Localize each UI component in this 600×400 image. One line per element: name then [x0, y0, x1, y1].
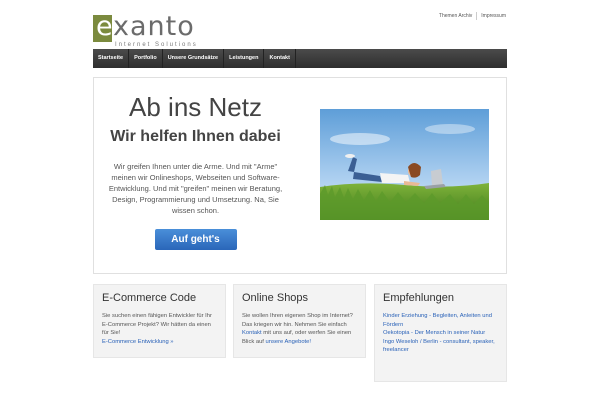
hero-text: Wir greifen Ihnen unter die Arme. Und mi… [108, 162, 283, 215]
hero-subtitle: Wir helfen Ihnen dabei [110, 128, 281, 145]
nav-item-grundsaetze[interactable]: Unsere Grundsätze [163, 49, 225, 68]
nav-item-portfolio[interactable]: Portfolio [129, 49, 163, 68]
logo-letter-e: e [96, 11, 113, 42]
online-shops-text-1: Sie wollen Ihren eigenen Shop im Interne… [242, 313, 353, 328]
empfehlungen-title: Empfehlungen [383, 292, 454, 304]
kontakt-link[interactable]: Kontakt [242, 330, 262, 336]
main-navigation: Startseite Portfolio Unsere Grundsätze L… [93, 49, 507, 68]
ecommerce-link[interactable]: E-Commerce Entwicklung » [102, 339, 174, 345]
empfehlung-link-weseloh[interactable]: Ingo Weseloh / Berlin - consultant, spea… [383, 338, 500, 355]
hero-image [320, 109, 489, 220]
ecommerce-text-block: Sie suchen einen fähigen Entwickler für … [94, 304, 225, 346]
logo[interactable]: e xanto Internet Solutions [93, 11, 205, 50]
online-shops-box: Online Shops Sie wollen Ihren eigenen Sh… [233, 284, 366, 358]
empfehlung-link-kinder[interactable]: Kinder Erziehung - Begleiten, Anleiten u… [383, 312, 500, 329]
empfehlungen-box: Empfehlungen Kinder Erziehung - Begleite… [374, 284, 507, 382]
hero-panel: Ab ins Netz Wir helfen Ihnen dabei Wir g… [93, 77, 507, 274]
angebote-link[interactable]: unsere Angebote! [266, 339, 311, 345]
hero-photo-woman-on-grass [320, 109, 489, 220]
toplink-impressum[interactable]: Impressum [481, 13, 506, 19]
hero-content: Ab ins Netz Wir helfen Ihnen dabei Wir g… [108, 90, 283, 250]
ecommerce-text: Sie suchen einen fähigen Entwickler für … [102, 313, 212, 336]
toplink-separator [476, 12, 478, 20]
toplink-themen-archiv[interactable]: Themen Archiv [439, 13, 472, 19]
empfehlung-link-oekotopia[interactable]: Oekotopia - Der Mensch in seiner Natur [383, 329, 500, 338]
hero-title: Ab ins Netz [129, 92, 262, 122]
empfehlungen-list: Kinder Erziehung - Begleiten, Anleiten u… [375, 304, 506, 355]
ecommerce-box: E-Commerce Code Sie suchen einen fähigen… [93, 284, 226, 358]
logo-wordmark: xanto [113, 11, 195, 42]
nav-item-leistungen[interactable]: Leistungen [224, 49, 265, 68]
logo-tagline: Internet Solutions [115, 42, 198, 48]
hero-cta-button[interactable]: Auf geht's [154, 229, 237, 250]
ecommerce-title: E-Commerce Code [102, 292, 197, 304]
online-shops-text-block: Sie wollen Ihren eigenen Shop im Interne… [234, 304, 365, 346]
top-links: Themen Archiv Impressum [439, 12, 506, 20]
online-shops-title: Online Shops [242, 292, 309, 304]
nav-item-startseite[interactable]: Startseite [93, 49, 130, 68]
nav-item-kontakt[interactable]: Kontakt [264, 49, 296, 68]
